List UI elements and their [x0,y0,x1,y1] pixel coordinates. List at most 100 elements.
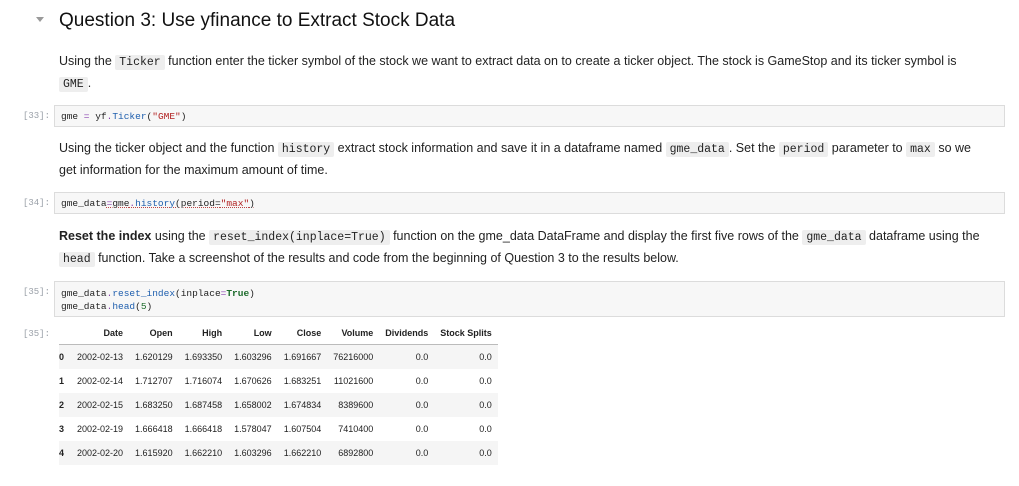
output-prompt-35: [35]: [22,329,50,339]
table-cell: 0.0 [415,424,429,434]
table-cell: 1.603296 [228,344,278,369]
collapse-chevron-icon[interactable] [36,17,44,22]
table-cell: 1.683250 [129,393,179,417]
column-header [59,325,71,345]
table-row: 0 2002-02-13 1.620129 1.693350 1.603296 … [59,344,498,369]
p2-text: parameter to [828,141,907,155]
table-cell: 2002-02-19 [77,424,124,434]
p2-code-max: max [906,142,935,157]
table-cell: 0.0 [434,441,498,465]
p3-text: using the [151,229,210,243]
p2-code-period: period [778,142,829,157]
row-index: 4 [59,441,71,465]
cell-prompt-35: [35]: [22,287,50,297]
table-cell: 0.0 [434,393,498,417]
p1-text: . [87,76,92,90]
table-cell: 2002-02-14 [77,376,124,386]
table-cell: 1.674834 [277,393,328,417]
code-token: yf [95,111,107,122]
table-cell: 1.716074 [184,376,223,386]
table-header-row: Date Open High Low Close Volume Dividend… [59,325,498,345]
table-cell: 0.0 [379,393,435,417]
table-cell: 0.0 [379,441,435,465]
table-cell: 1.662210 [277,441,328,465]
column-header: Volume [327,325,380,345]
code-cell-33[interactable]: gme = yf.Ticker("GME") [54,105,1005,127]
row-index: 3 [59,424,65,434]
code-line: gme_data.head(5) [61,300,998,313]
code-token: ) [146,301,153,312]
p3-text: function. Take a screenshot of the resul… [94,251,679,265]
table-cell: 1.615920 [129,441,179,465]
p3-code-reset-index: reset_index(inplace=True) [209,230,390,245]
row-index: 1 [59,376,65,386]
table-cell: 1.687458 [178,393,229,417]
table-cell: 0.0 [415,376,429,386]
code-token: reset_index [112,288,176,299]
markdown-p1: Using the Ticker function enter the tick… [59,51,984,95]
table-cell: 8389600 [327,393,380,417]
code-cell-35[interactable]: gme_data.reset_index(inplace=True) gme_da… [54,281,1005,317]
row-index: 2 [59,393,71,417]
table-cell: 1.712707 [135,376,173,386]
table-cell: 2002-02-13 [71,344,130,369]
markdown-p3: Reset the index using the reset_index(in… [59,226,984,270]
table-cell: 1.691667 [277,344,328,369]
code-token: history [135,198,176,209]
table-cell: 1.666418 [184,424,223,434]
table-cell: 0.0 [434,344,498,369]
table-cell: 1.603296 [228,441,278,465]
code-token: (inplace [175,288,221,299]
table-cell: 11021600 [333,376,374,386]
code-token: head [112,301,136,312]
column-header: Date [71,325,130,345]
table-cell: 7410400 [338,424,374,434]
code-token: ) [249,288,255,299]
section-heading: Question 3: Use yfinance to Extract Stoc… [59,10,456,31]
code-token: = [78,111,96,122]
code-token: gme [112,198,130,209]
code-token: gme_data [61,288,107,299]
p3-text: dataframe using the [865,229,980,243]
table-cell: 2002-02-20 [71,441,130,465]
p1-code-ticker: Ticker [115,55,165,70]
code-token: Ticker [112,111,147,122]
code-token: "max" [220,198,250,209]
column-header: Low [228,325,278,345]
cell-prompt-34: [34]: [22,198,50,208]
table-row: 2 2002-02-15 1.683250 1.687458 1.658002 … [59,393,498,417]
p2-text: extract stock information and save it in… [334,141,666,155]
table-row: 3 2002-02-19 1.666418 1.666418 1.578047 … [59,417,498,441]
code-token: gme_data [61,198,107,209]
table-cell: 1.693350 [178,344,229,369]
table-cell: 0.0 [479,376,492,386]
table-cell: 1.666418 [135,424,173,434]
dataframe-output: Date Open High Low Close Volume Dividend… [59,325,498,465]
markdown-p2: Using the ticker object and the function… [59,138,984,180]
p2-code-history: history [277,142,335,157]
code-token: gme_data [61,301,107,312]
code-cell-34[interactable]: gme_data=gme.history(period="max") [54,192,1005,214]
p1-text: Using the [59,54,116,68]
p3-code-gme-data: gme_data [802,230,866,245]
p2-code-gme-data: gme_data [665,142,729,157]
column-header: Close [277,325,328,345]
table-cell: 1.620129 [129,344,179,369]
p3-bold: Reset the index [59,229,152,243]
p2-text: . Set the [728,141,779,155]
column-header: Dividends [379,325,435,345]
table-cell: 0.0 [479,424,492,434]
table-cell: 2002-02-15 [71,393,130,417]
code-token: True [226,288,250,299]
row-index: 0 [59,344,71,369]
column-header: High [178,325,229,345]
table-cell: 1.662210 [178,441,229,465]
table-row: 4 2002-02-20 1.615920 1.662210 1.603296 … [59,441,498,465]
table-cell: 1.670626 [234,376,272,386]
code-token: (period= [175,198,221,209]
table-row: 1 2002-02-14 1.712707 1.716074 1.670626 … [59,369,498,393]
table-cell: 76216000 [327,344,380,369]
table-cell: 1.683251 [283,376,322,386]
table-cell: 0.0 [379,344,435,369]
cell-prompt-33: [33]: [22,111,50,121]
